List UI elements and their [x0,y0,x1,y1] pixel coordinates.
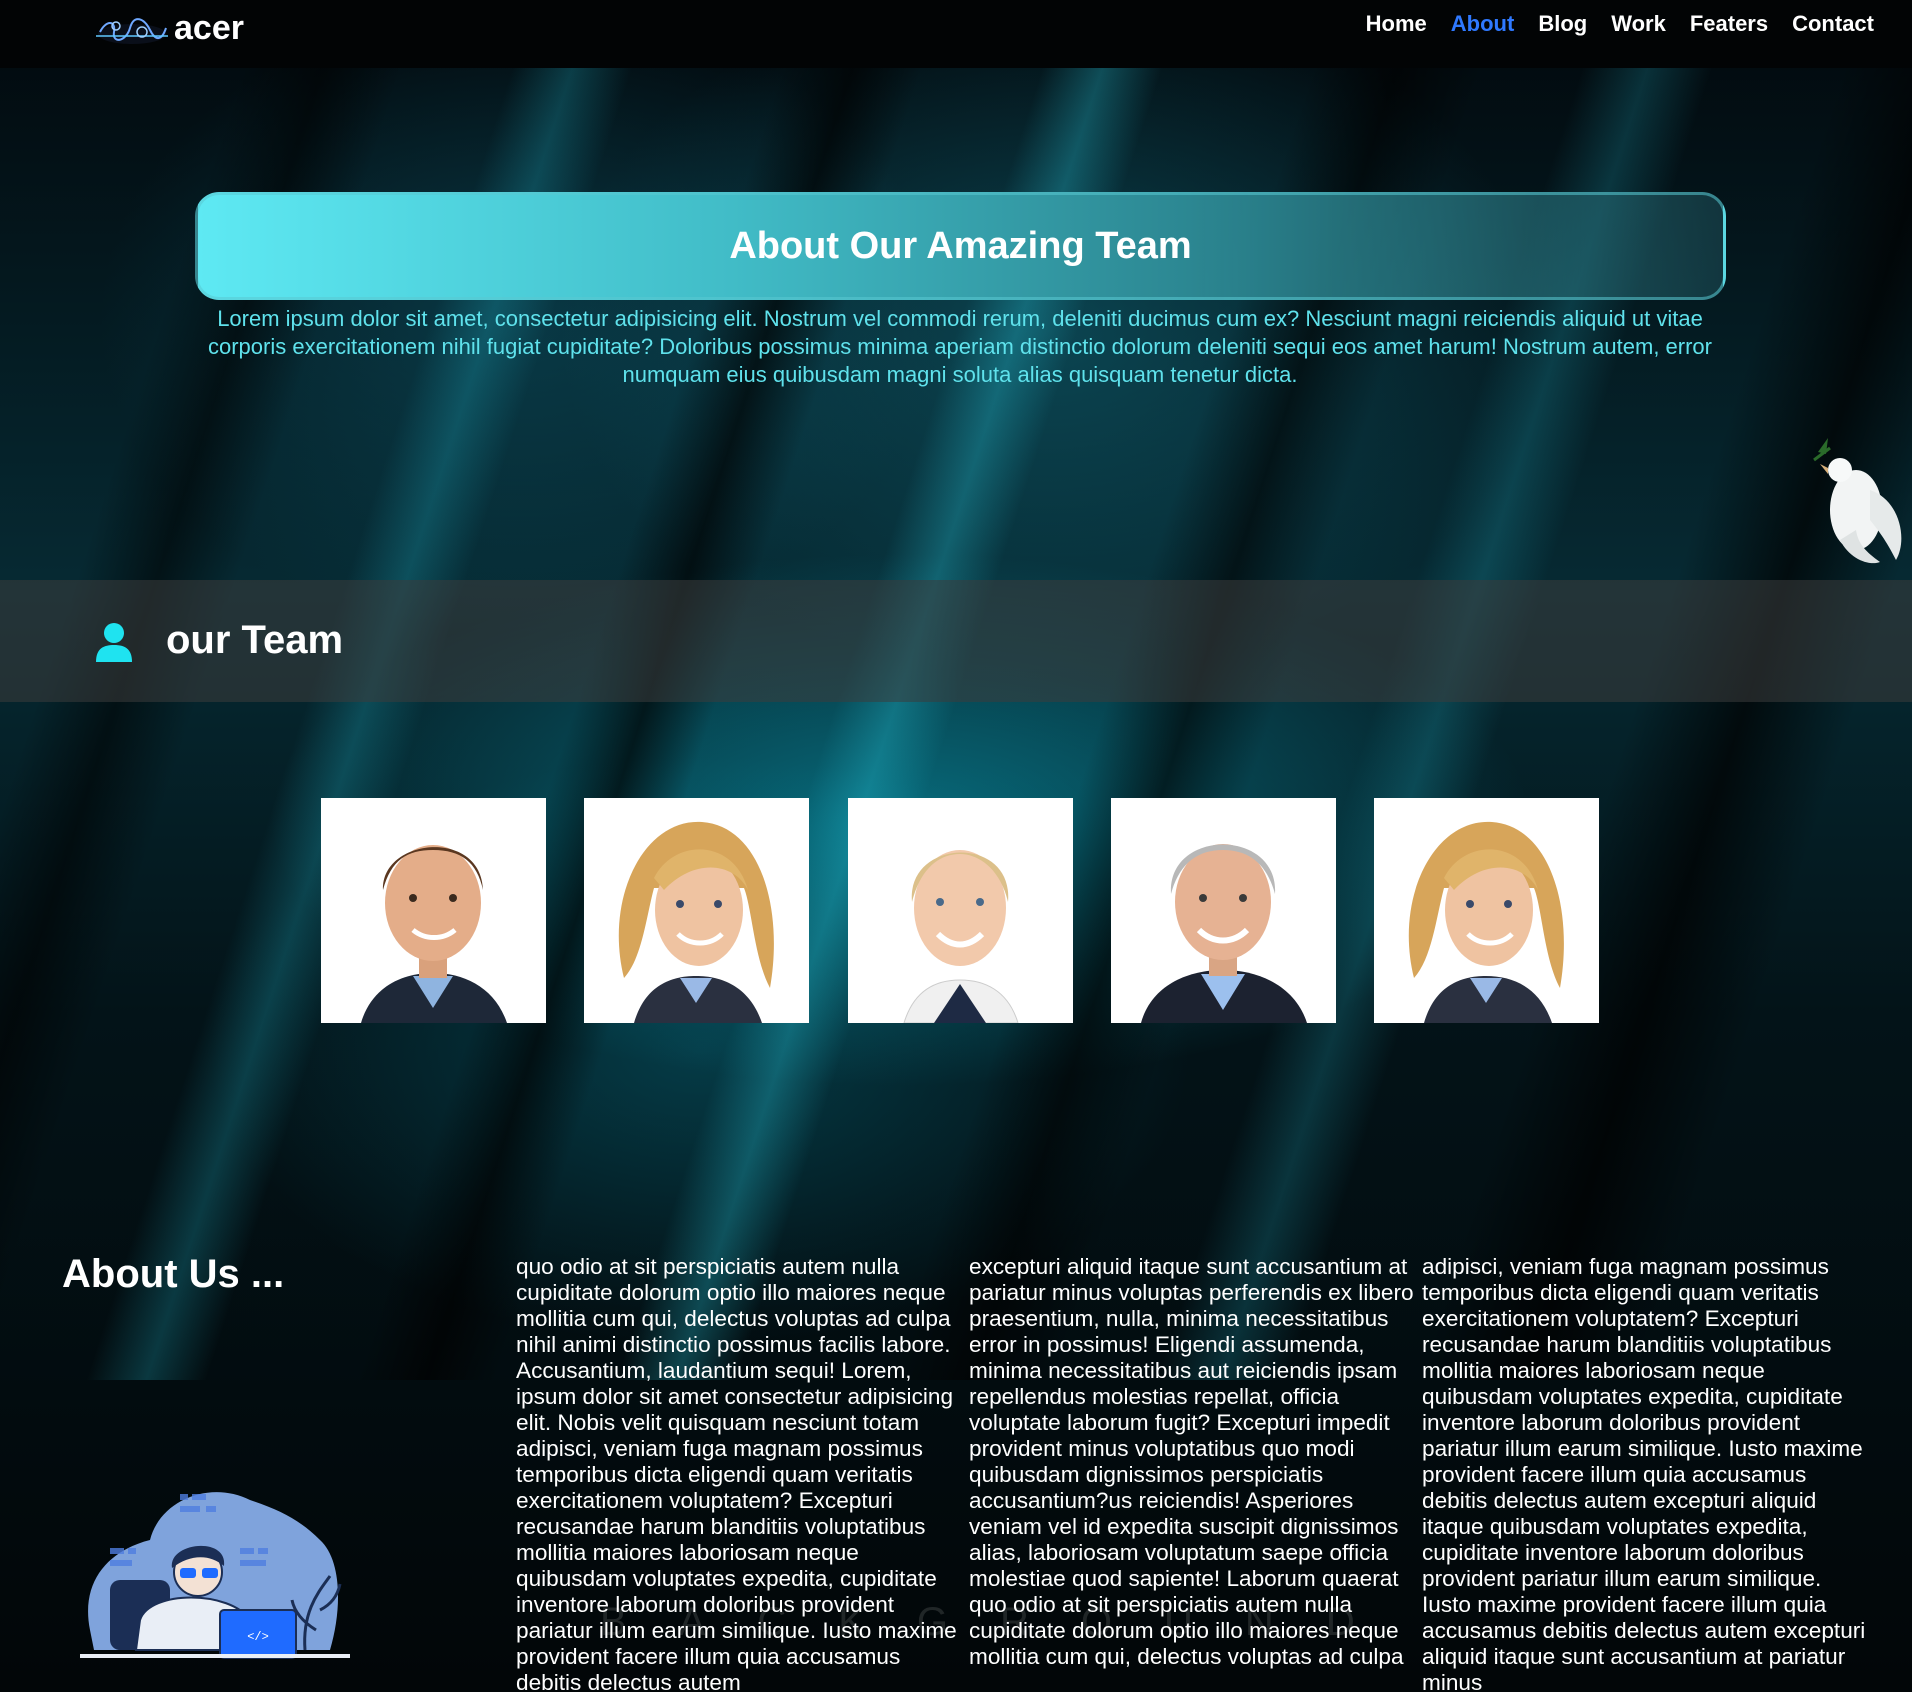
nav-blog[interactable]: Blog [1526,10,1599,38]
smiling-woman-portrait [848,798,1073,1023]
team-member-photo[interactable] [848,798,1073,1023]
about-us-title: About Us ... [62,1252,285,1296]
site-header: acer Home About Blog Work Featers Contac… [0,0,1912,68]
nav-featers[interactable]: Featers [1678,10,1780,38]
dove-icon [1813,438,1902,564]
blonde-woman-portrait [584,798,809,1023]
logo[interactable]: acer [92,6,244,50]
team-member-photo[interactable] [321,798,546,1023]
team-member-photo[interactable] [1111,798,1336,1023]
about-text-column: excepturi aliquid itaque sunt accusantiu… [969,1254,1414,1669]
developer-laptop-illustration: </> [80,1492,350,1659]
main-nav: Home About Blog Work Featers Contact [1354,10,1886,38]
hero-description: Lorem ipsum dolor sit amet, consectetur … [208,306,1712,387]
team-member-photo[interactable] [584,798,809,1023]
brand-name: acer [174,8,244,47]
nav-work[interactable]: Work [1599,10,1678,38]
svg-text:</>: </> [247,1630,269,1644]
nav-contact[interactable]: Contact [1780,10,1886,38]
nav-about[interactable]: About [1439,10,1527,38]
young-man-portrait [321,798,546,1023]
about-text-column: quo odio at sit perspiciatis autem nulla… [516,1254,957,1692]
blonde-woman-portrait [1374,798,1599,1023]
hero-banner: About Our Amazing Team [195,192,1726,300]
team-title: our Team [166,618,344,662]
hero-title: About Our Amazing Team [729,224,1192,267]
team-member-photo[interactable] [1374,798,1599,1023]
about-text-column: adipisci, veniam fuga magnam possimus te… [1422,1254,1866,1692]
older-man-portrait [1111,798,1336,1023]
nav-home[interactable]: Home [1354,10,1439,38]
user-icon [96,623,132,662]
logo-swirl-icon [96,18,168,44]
